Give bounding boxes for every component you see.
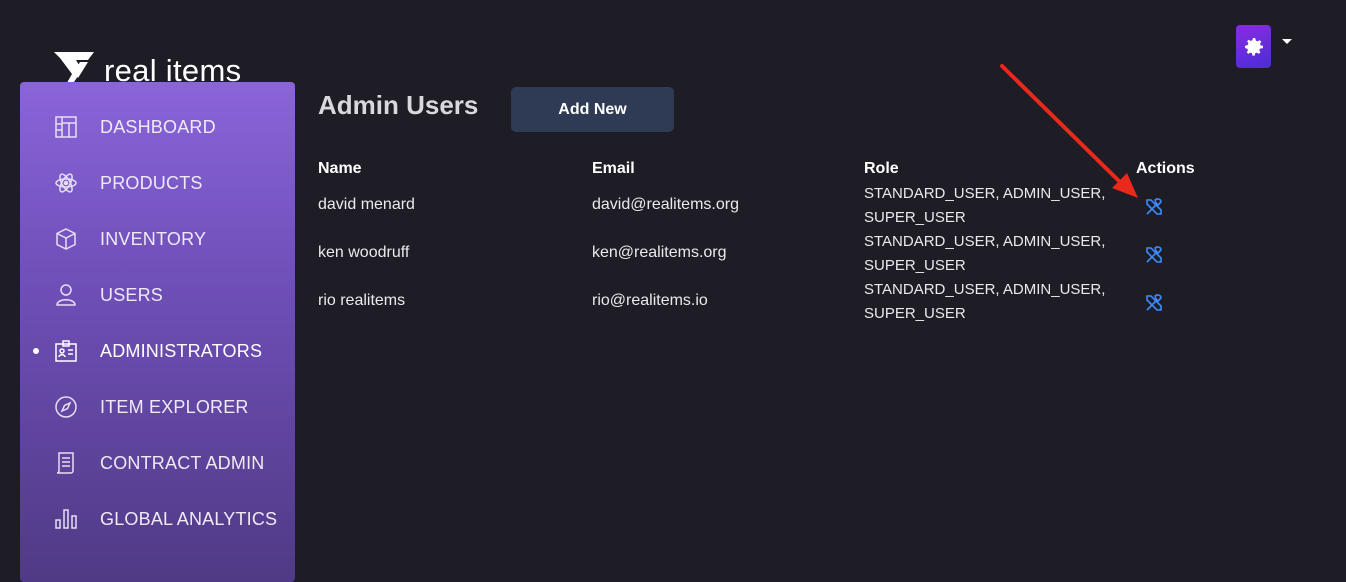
add-new-button[interactable]: Add New: [511, 87, 674, 132]
user-name: david menard: [318, 196, 415, 213]
sidebar-item-label: ITEM EXPLORER: [100, 396, 249, 417]
tools-icon: [1146, 198, 1162, 215]
sidebar-item-administrators[interactable]: ADMINISTRATORS: [20, 331, 295, 371]
sidebar-item-global-analytics[interactable]: GLOBAL ANALYTICS: [20, 499, 295, 539]
sidebar: DASHBOARD PRODUCTS INVENTORY USERS ADMIN…: [20, 82, 295, 582]
id-card-icon: [54, 339, 78, 363]
user-role: STANDARD_USER, ADMIN_USER, SUPER_USER: [864, 233, 1106, 274]
column-header-email: Email: [592, 160, 635, 177]
column-header-actions: Actions: [1136, 160, 1195, 177]
tools-icon: [1146, 294, 1162, 311]
compass-icon: [54, 395, 78, 419]
sidebar-item-label: USERS: [100, 284, 164, 305]
sidebar-item-dashboard[interactable]: DASHBOARD: [20, 107, 295, 147]
scroll-icon: [54, 451, 78, 475]
column-header-name: Name: [318, 160, 362, 177]
user-name: ken woodruff: [318, 244, 410, 261]
user-email: ken@realitems.org: [592, 244, 727, 261]
sidebar-item-inventory[interactable]: INVENTORY: [20, 219, 295, 259]
sidebar-item-users[interactable]: USERS: [20, 275, 295, 315]
sidebar-item-item-explorer[interactable]: ITEM EXPLORER: [20, 387, 295, 427]
sidebar-item-label: GLOBAL ANALYTICS: [100, 508, 278, 529]
sidebar-item-label: DASHBOARD: [100, 116, 216, 137]
sidebar-item-label: CONTRACT ADMIN: [100, 452, 265, 473]
tools-icon: [1146, 246, 1162, 263]
brand-name: real items: [104, 52, 242, 88]
page-title: Admin Users: [318, 90, 479, 120]
user-icon: [54, 283, 78, 307]
edit-admin-button[interactable]: [1144, 245, 1164, 265]
box-icon: [54, 227, 78, 251]
bar-chart-icon: [54, 507, 78, 531]
sidebar-item-contract-admin[interactable]: CONTRACT ADMIN: [20, 443, 295, 483]
sidebar-item-label: PRODUCTS: [100, 172, 203, 193]
settings-button[interactable]: [1236, 25, 1271, 68]
sidebar-item-products[interactable]: PRODUCTS: [20, 163, 295, 203]
edit-admin-button[interactable]: [1144, 197, 1164, 217]
user-role: STANDARD_USER, ADMIN_USER, SUPER_USER: [864, 281, 1106, 322]
active-indicator: [33, 348, 39, 354]
user-name: rio realitems: [318, 292, 406, 309]
column-header-role: Role: [864, 160, 899, 177]
sidebar-item-label: ADMINISTRATORS: [100, 340, 263, 361]
gear-icon: [1244, 37, 1263, 56]
atom-icon: [54, 171, 78, 195]
chevron-down-icon[interactable]: [1282, 39, 1292, 44]
user-role: STANDARD_USER, ADMIN_USER, SUPER_USER: [864, 185, 1106, 226]
edit-admin-button[interactable]: [1144, 293, 1164, 313]
user-email: david@realitems.org: [592, 196, 739, 213]
user-email: rio@realitems.io: [592, 292, 708, 309]
dashboard-icon: [54, 115, 78, 139]
sidebar-item-label: INVENTORY: [100, 228, 207, 249]
